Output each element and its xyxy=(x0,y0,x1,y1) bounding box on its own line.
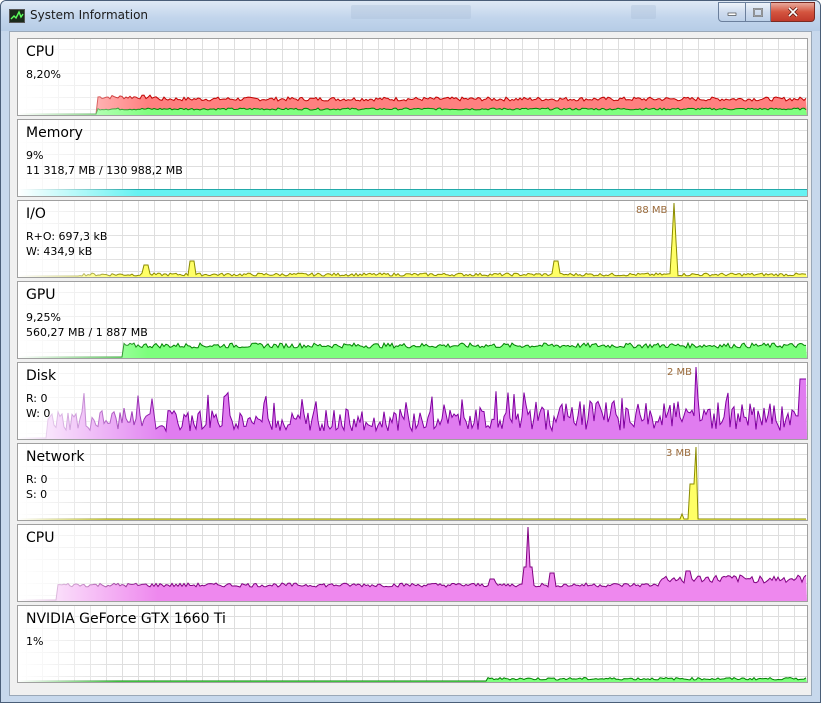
cpu-panel: CPU 8,20% xyxy=(17,38,808,116)
network-received: R: 0 xyxy=(26,473,48,486)
memory-title: Memory xyxy=(26,125,83,141)
gpu-device-usage-percent: 1% xyxy=(26,635,44,648)
maximize-button[interactable] xyxy=(746,2,771,22)
disk-panel: Disk R: 0 W: 0 2 MB xyxy=(17,362,808,440)
io-peak-label: 88 MB xyxy=(636,205,668,216)
close-icon xyxy=(787,7,798,17)
cpu-title: CPU xyxy=(26,44,55,60)
gpu-memory-amount: 560,27 MB / 1 887 MB xyxy=(26,326,148,339)
graph-gridlines xyxy=(18,201,807,277)
memory-usage-graph xyxy=(18,120,807,196)
background-window-ghost xyxy=(351,5,471,19)
gpu-title: GPU xyxy=(26,287,56,303)
cpu-history-graph xyxy=(18,525,807,601)
memory-usage-percent: 9% xyxy=(26,149,44,162)
maximize-icon xyxy=(753,7,763,17)
graphs-container: CPU 8,20% Memory 9% 11 318,7 MB / 130 98… xyxy=(9,31,812,696)
io-panel: I/O R+O: 697,3 kB W: 434,9 kB 88 MB xyxy=(17,200,808,278)
cpu-usage-graph xyxy=(18,39,807,115)
cpu-history-panel: CPU xyxy=(17,524,808,602)
io-title: I/O xyxy=(26,206,46,222)
io-graph xyxy=(18,201,807,277)
disk-peak-label: 2 MB xyxy=(667,367,693,378)
io-area xyxy=(18,203,807,277)
background-window-ghost xyxy=(631,5,656,19)
io-line xyxy=(18,202,807,277)
gpu-panel: GPU 9,25% 560,27 MB / 1 887 MB xyxy=(17,281,808,359)
io-read-other: R+O: 697,3 kB xyxy=(26,230,108,243)
system-information-window: System Information CPU 8,20% Memory 9% 1… xyxy=(0,0,821,703)
window-title: System Information xyxy=(30,8,149,22)
graph-icon xyxy=(9,9,25,23)
gpu-usage-percent: 9,25% xyxy=(26,311,61,324)
network-panel: Network R: 0 S: 0 3 MB xyxy=(17,443,808,521)
gpu-device-panel: NVIDIA GeForce GTX 1660 Ti 1% xyxy=(17,605,808,683)
minimize-button[interactable] xyxy=(718,2,746,22)
memory-panel: Memory 9% 11 318,7 MB / 130 988,2 MB xyxy=(17,119,808,197)
title-bar[interactable]: System Information xyxy=(1,1,820,31)
io-write: W: 434,9 kB xyxy=(26,245,93,258)
cpu-usage-percent: 8,20% xyxy=(26,68,61,81)
cpu-history-title: CPU xyxy=(26,530,55,546)
gpu-usage-graph xyxy=(18,282,807,358)
close-button[interactable] xyxy=(771,2,815,22)
network-title: Network xyxy=(26,449,85,465)
disk-title: Disk xyxy=(26,368,57,384)
disk-write: W: 0 xyxy=(26,407,51,420)
network-peak-label: 3 MB xyxy=(666,448,692,459)
gpu-device-title: NVIDIA GeForce GTX 1660 Ti xyxy=(26,611,226,627)
network-sent: S: 0 xyxy=(26,488,48,501)
memory-usage-amount: 11 318,7 MB / 130 988,2 MB xyxy=(26,164,183,177)
minimize-icon xyxy=(727,12,737,16)
disk-read: R: 0 xyxy=(26,392,48,405)
